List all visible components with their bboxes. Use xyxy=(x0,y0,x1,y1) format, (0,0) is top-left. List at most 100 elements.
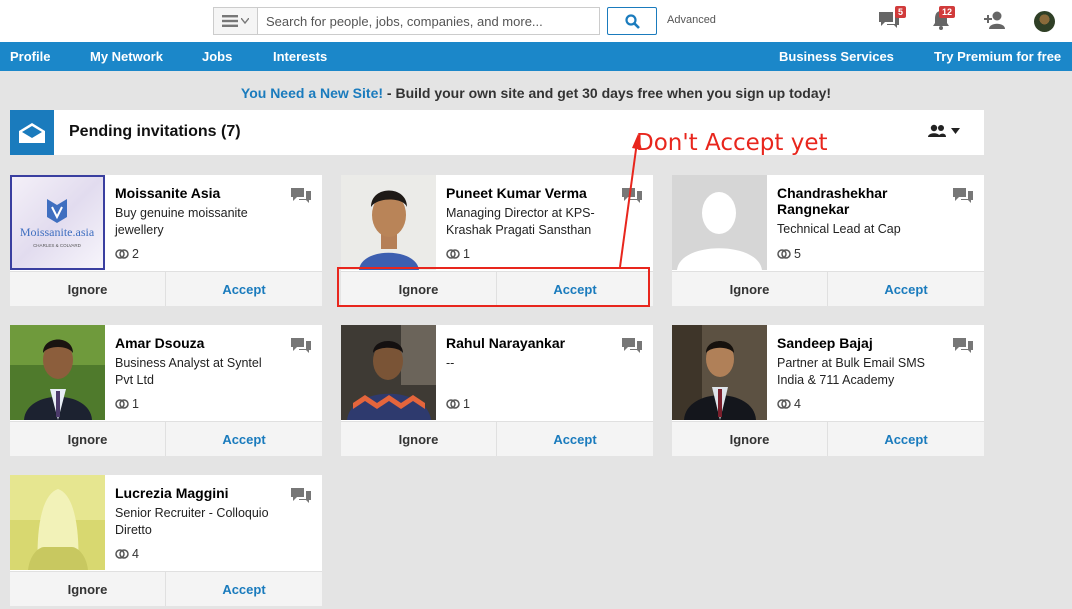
connections-count: 4 xyxy=(132,547,139,561)
add-user-icon xyxy=(984,11,1005,29)
member-photo xyxy=(10,475,105,570)
chevron-down-icon xyxy=(951,128,960,134)
member-headline: Partner at Bulk Email SMS India & 711 Ac… xyxy=(777,356,925,387)
connections-icon xyxy=(115,249,129,259)
member-name[interactable]: Lucrezia Maggini xyxy=(115,485,290,501)
member-headline: Senior Recruiter - Colloquio Diretto xyxy=(115,506,269,537)
member-photo xyxy=(341,175,436,270)
message-icon[interactable] xyxy=(290,186,312,206)
search-category-dropdown[interactable] xyxy=(214,8,258,34)
main-nav: Profile My Network Jobs Interests Busine… xyxy=(0,42,1072,71)
connections-icon xyxy=(446,399,460,409)
member-headline: Business Analyst at Syntel Pvt Ltd xyxy=(115,356,262,387)
nav-interests[interactable]: Interests xyxy=(273,49,327,64)
ignore-button[interactable]: Ignore xyxy=(10,272,166,306)
shared-connections[interactable]: 5 xyxy=(777,247,801,261)
invitation-card: Sandeep Bajaj Partner at Bulk Email SMS … xyxy=(672,325,984,456)
people-icon xyxy=(928,124,946,137)
accept-button[interactable]: Accept xyxy=(828,422,984,456)
member-name[interactable]: Chandrashekhar Rangnekar xyxy=(777,185,952,217)
logo-subtext: CHARLES & COLVARD xyxy=(33,243,82,248)
member-photo xyxy=(10,325,105,420)
ignore-button[interactable]: Ignore xyxy=(672,272,828,306)
connections-count: 4 xyxy=(794,397,801,411)
invitation-card: Rahul Narayankar -- 1 Ignore Accept xyxy=(341,325,653,456)
search-box xyxy=(213,7,600,35)
advanced-search-link[interactable]: Advanced xyxy=(667,14,716,26)
logo-text: Moissanite.asia xyxy=(20,225,95,239)
search-input[interactable] xyxy=(258,8,599,34)
notifications-button[interactable]: 12 xyxy=(930,6,956,33)
nav-profile[interactable]: Profile xyxy=(10,49,50,64)
invitation-card: Moissanite.asia CHARLES & COLVARD Moissa… xyxy=(10,175,322,306)
member-name[interactable]: Puneet Kumar Verma xyxy=(446,185,621,201)
connections-icon xyxy=(777,249,791,259)
ignore-button[interactable]: Ignore xyxy=(10,572,166,606)
accept-button[interactable]: Accept xyxy=(166,272,322,306)
invitation-envelope-icon xyxy=(10,110,54,155)
nav-try-premium[interactable]: Try Premium for free xyxy=(934,49,1061,64)
message-icon[interactable] xyxy=(952,186,974,206)
accept-button[interactable]: Accept xyxy=(166,572,322,606)
company-logo: Moissanite.asia CHARLES & COLVARD xyxy=(10,175,105,270)
connections-count: 5 xyxy=(794,247,801,261)
member-name[interactable]: Rahul Narayankar xyxy=(446,335,621,351)
filter-dropdown[interactable] xyxy=(927,124,960,138)
message-icon[interactable] xyxy=(290,486,312,506)
member-name[interactable]: Moissanite Asia xyxy=(115,185,290,201)
connections-count: 2 xyxy=(132,247,139,261)
annotation-arrow-icon xyxy=(619,134,642,268)
menu-icon xyxy=(222,15,238,27)
invitation-card: Lucrezia Maggini Senior Recruiter - Coll… xyxy=(10,475,322,606)
search-icon xyxy=(624,13,640,29)
member-name[interactable]: Sandeep Bajaj xyxy=(777,335,952,351)
add-connections-button[interactable] xyxy=(983,9,1009,33)
connections-count: 1 xyxy=(463,247,470,261)
nav-business-services[interactable]: Business Services xyxy=(779,49,894,64)
promo-banner: You Need a New Site! - Build your own si… xyxy=(0,85,1072,101)
chevron-down-icon xyxy=(241,18,249,24)
connections-icon xyxy=(446,249,460,259)
search-button[interactable] xyxy=(607,7,657,35)
default-avatar xyxy=(672,175,767,270)
member-name[interactable]: Amar Dsouza xyxy=(115,335,290,351)
page-title: Pending invitations (7) xyxy=(69,123,241,140)
pending-invitations-header: Pending invitations (7) xyxy=(10,110,984,155)
promo-text: - Build your own site and get 30 days fr… xyxy=(383,85,832,101)
message-icon[interactable] xyxy=(290,336,312,356)
annotation-text: Don't Accept yet xyxy=(636,130,828,156)
accept-button[interactable]: Accept xyxy=(166,422,322,456)
shared-connections[interactable]: 1 xyxy=(115,397,139,411)
member-headline: Managing Director at KPS-Krashak Pragati… xyxy=(446,206,595,237)
accept-button[interactable]: Accept xyxy=(828,272,984,306)
notifications-badge: 12 xyxy=(939,6,956,18)
shared-connections[interactable]: 1 xyxy=(446,397,470,411)
connections-icon xyxy=(115,399,129,409)
invitation-card: Chandrashekhar Rangnekar Technical Lead … xyxy=(672,175,984,306)
shared-connections[interactable]: 4 xyxy=(115,547,139,561)
member-headline: -- xyxy=(446,356,455,370)
ignore-button[interactable]: Ignore xyxy=(10,422,166,456)
member-photo xyxy=(341,325,436,420)
messages-button[interactable]: 5 xyxy=(877,6,907,33)
promo-link[interactable]: You Need a New Site! xyxy=(241,85,383,101)
top-bar: Advanced 5 12 xyxy=(0,0,1072,42)
accept-button[interactable]: Accept xyxy=(497,422,653,456)
nav-my-network[interactable]: My Network xyxy=(90,49,163,64)
member-photo xyxy=(672,325,767,420)
shared-connections[interactable]: 4 xyxy=(777,397,801,411)
annotation-highlight-box xyxy=(337,267,650,307)
ignore-button[interactable]: Ignore xyxy=(672,422,828,456)
invitation-card: Amar Dsouza Business Analyst at Syntel P… xyxy=(10,325,322,456)
message-icon[interactable] xyxy=(621,336,643,356)
avatar[interactable] xyxy=(1034,11,1055,32)
message-icon[interactable] xyxy=(952,336,974,356)
shared-connections[interactable]: 2 xyxy=(115,247,139,261)
connections-icon xyxy=(777,399,791,409)
shared-connections[interactable]: 1 xyxy=(446,247,470,261)
connections-icon xyxy=(115,549,129,559)
ignore-button[interactable]: Ignore xyxy=(341,422,497,456)
nav-jobs[interactable]: Jobs xyxy=(202,49,232,64)
connections-count: 1 xyxy=(132,397,139,411)
messages-badge: 5 xyxy=(895,6,907,18)
